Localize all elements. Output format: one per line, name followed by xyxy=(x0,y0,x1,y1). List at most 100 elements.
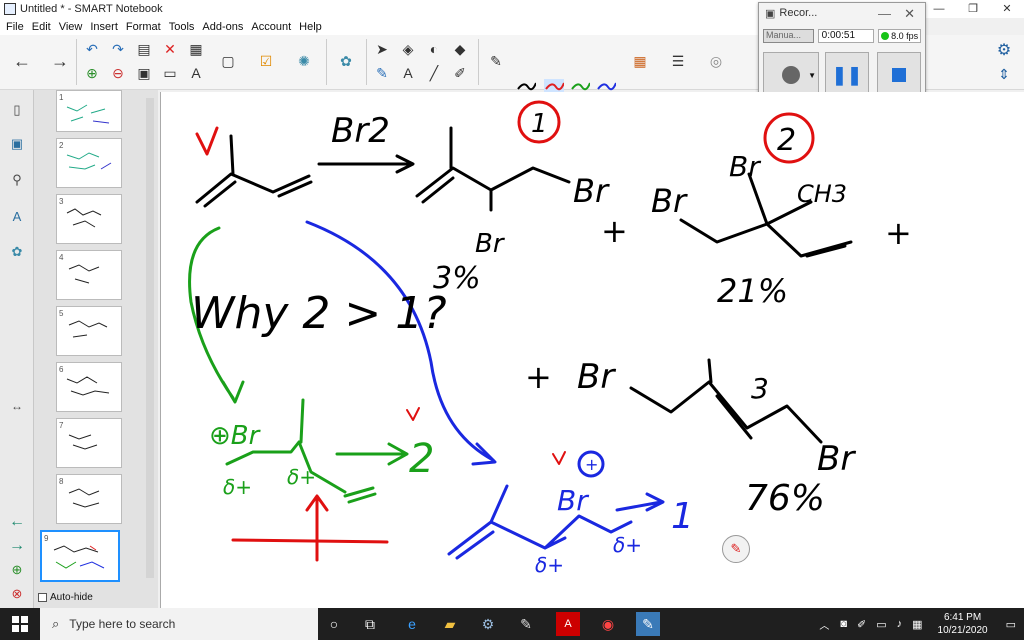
magic-pen-icon[interactable]: ✐ xyxy=(450,63,470,83)
blue-curved-arrow xyxy=(305,220,497,466)
system-tray: ︿ ◙ ✐ ▭ ♪ ▦ 6:41 PM 10/21/2020 ▭ xyxy=(813,608,1024,640)
menu-account[interactable]: Account xyxy=(249,21,297,33)
volume-icon[interactable]: ♪ xyxy=(892,618,908,630)
fill-icon[interactable]: ◆ xyxy=(450,39,470,59)
tray-chevron-icon[interactable]: ︿ xyxy=(813,617,835,632)
addon-monster-icon[interactable]: ✺ xyxy=(294,51,314,71)
save-icon[interactable]: ▣ xyxy=(134,63,154,83)
pen-black-swatch[interactable] xyxy=(516,79,536,93)
resize-handle-icon[interactable]: ↔ xyxy=(6,394,28,418)
menu-edit[interactable]: Edit xyxy=(30,21,57,33)
minimize-button[interactable]: — xyxy=(922,0,956,18)
gallery-tab-icon[interactable]: ▣ xyxy=(6,132,28,156)
menu-help[interactable]: Help xyxy=(297,21,328,33)
menu-view[interactable]: View xyxy=(57,21,89,33)
edge-icon[interactable]: e xyxy=(400,612,424,636)
menu-insert[interactable]: Insert xyxy=(88,21,124,33)
add-page-icon[interactable]: ⊕ xyxy=(82,63,102,83)
file-explorer-icon[interactable]: ▰ xyxy=(438,612,462,636)
taskbar-search[interactable]: ⌕ Type here to search xyxy=(40,608,318,640)
activity-builder-icon[interactable]: ☑ xyxy=(256,51,276,71)
pen-green-swatch[interactable] xyxy=(570,79,590,93)
close-button[interactable]: ✕ xyxy=(990,0,1024,18)
forward-arrow-icon[interactable]: → xyxy=(50,51,70,71)
maximize-button[interactable]: ❐ xyxy=(956,0,990,18)
pen-blue-swatch[interactable] xyxy=(596,79,616,93)
page-thumb[interactable]: 1 xyxy=(56,90,122,132)
display-icon[interactable]: ▢ xyxy=(218,51,238,71)
delete-page-icon[interactable]: ⊖ xyxy=(108,63,128,83)
table-icon[interactable]: ▦ xyxy=(186,39,206,59)
next-page-icon[interactable]: → xyxy=(6,534,28,558)
autohide-toggle[interactable]: Auto-hide xyxy=(38,592,93,603)
chrome-icon[interactable]: ◉ xyxy=(596,612,620,636)
shapes-icon[interactable]: ◈ xyxy=(398,39,418,59)
text-icon[interactable]: A xyxy=(398,63,418,83)
paste-icon[interactable]: ▤ xyxy=(134,39,154,59)
line-style-icon[interactable]: ☰ xyxy=(668,51,688,71)
acrobat-icon[interactable]: A xyxy=(556,612,580,636)
pen-tool-badge-icon[interactable]: ✎ xyxy=(722,535,750,563)
tray-pen-icon[interactable]: ✐ xyxy=(852,618,871,631)
page-thumb[interactable]: 3 xyxy=(56,194,122,244)
line-icon[interactable]: ╱ xyxy=(424,63,444,83)
menu-format[interactable]: Format xyxy=(124,21,167,33)
cortana-icon[interactable]: ○ xyxy=(322,612,346,636)
recorder-minimize-icon[interactable]: — xyxy=(878,6,891,21)
whiteboard-canvas[interactable]: Br2 1 2 Br Br Br Br CH3 + + + 3% 21% 76%… xyxy=(160,92,1024,608)
network-app-icon[interactable]: ⚙ xyxy=(476,612,500,636)
menu-addons[interactable]: Add-ons xyxy=(200,21,249,33)
page-thumb[interactable]: 2 xyxy=(56,138,122,188)
page-thumb[interactable]: 7 xyxy=(56,418,122,468)
page-thumb[interactable]: 6 xyxy=(56,362,122,412)
gallery-icon[interactable]: ✿ xyxy=(336,51,356,71)
page-thumb[interactable]: 4 xyxy=(56,250,122,300)
select-cursor-icon[interactable]: ➤ xyxy=(372,39,392,59)
paint-icon[interactable]: ✎ xyxy=(514,612,538,636)
pen-properties-icon[interactable]: ✎ xyxy=(486,51,506,71)
notifications-icon[interactable]: ▭ xyxy=(998,618,1024,631)
settings-gear-icon[interactable]: ⚙ xyxy=(994,40,1014,60)
redo-icon[interactable]: ↷ xyxy=(108,39,128,59)
keyboard-icon[interactable]: ▦ xyxy=(907,618,927,631)
undo-icon[interactable]: ↶ xyxy=(82,39,102,59)
record-dropdown-icon[interactable]: ▼ xyxy=(808,71,816,80)
menu-tools[interactable]: Tools xyxy=(167,21,201,33)
attachments-icon[interactable]: ⚲ xyxy=(6,168,28,192)
smart-notebook-taskbar-icon[interactable]: ✎ xyxy=(636,612,660,636)
handwriting-icon[interactable]: A xyxy=(186,63,206,83)
pen-red-swatch[interactable] xyxy=(544,79,564,93)
transparency-icon[interactable]: ◎ xyxy=(706,51,726,71)
start-button[interactable] xyxy=(0,608,40,640)
recorder-close-icon[interactable]: ✕ xyxy=(904,6,915,22)
tray-app-icon[interactable]: ◙ xyxy=(835,618,852,630)
add-page-side-icon[interactable]: ⊕ xyxy=(6,558,28,582)
task-view-icon[interactable]: ⧉ xyxy=(358,612,382,636)
delete-page-side-icon[interactable]: ⊗ xyxy=(6,582,28,606)
page-sorter-icon[interactable]: ▯ xyxy=(6,98,28,122)
red-check-mark xyxy=(195,126,219,156)
prev-page-icon[interactable]: ← xyxy=(6,510,28,534)
back-arrow-icon[interactable]: ← xyxy=(12,51,32,71)
color-palette-icon[interactable]: ▦ xyxy=(630,51,650,71)
recorder-app-icon: ▣ xyxy=(765,7,776,20)
toolbar-position-icon[interactable]: ⇕ xyxy=(994,64,1014,84)
recorder-mode-select[interactable]: Manua... xyxy=(763,29,814,43)
page-thumb[interactable]: 8 xyxy=(56,474,122,524)
network-icon[interactable]: ▭ xyxy=(871,618,891,631)
page-thumb[interactable]: 5 xyxy=(56,306,122,356)
autohide-checkbox[interactable] xyxy=(38,593,47,602)
red-up-arrow xyxy=(305,494,329,562)
yield-3: 76% xyxy=(745,478,825,519)
thumbnail-scrollbar[interactable] xyxy=(146,98,154,578)
delete-icon[interactable]: ✕ xyxy=(160,39,180,59)
menu-file[interactable]: File xyxy=(4,21,30,33)
eraser-icon[interactable]: ◐ xyxy=(424,39,444,59)
screen-shade-icon[interactable]: ▭ xyxy=(160,63,180,83)
product-1-br-sub: Br xyxy=(475,229,506,259)
clock[interactable]: 6:41 PM 10/21/2020 xyxy=(928,611,998,637)
properties-icon[interactable]: A xyxy=(6,204,28,228)
page-thumb-active[interactable]: 9 xyxy=(40,530,120,582)
pens-icon[interactable]: ✎ xyxy=(372,63,392,83)
addons-tab-icon[interactable]: ✿ xyxy=(6,240,28,264)
